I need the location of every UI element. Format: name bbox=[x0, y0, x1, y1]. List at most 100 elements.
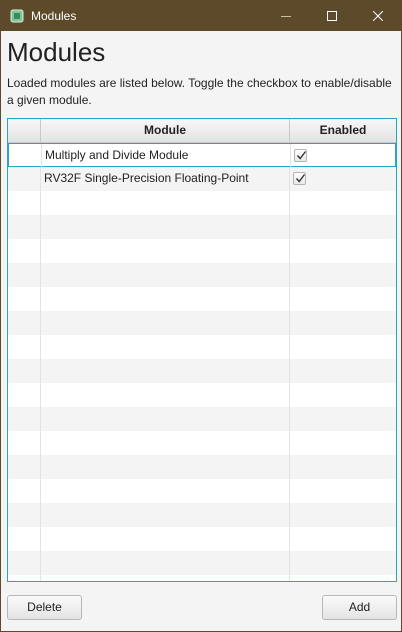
delete-button[interactable]: Delete bbox=[7, 595, 82, 620]
enabled-cell bbox=[290, 575, 396, 581]
table-row bbox=[8, 407, 396, 431]
minimize-button[interactable] bbox=[263, 1, 309, 31]
module-name-cell bbox=[41, 527, 290, 551]
maximize-button[interactable] bbox=[309, 1, 355, 31]
enabled-cell bbox=[290, 527, 396, 551]
module-name-cell bbox=[41, 359, 290, 383]
module-name-cell: RV32F Single-Precision Floating-Point bbox=[41, 167, 290, 191]
row-index-cell bbox=[8, 311, 41, 335]
table-header: Module Enabled bbox=[8, 119, 396, 143]
enabled-cell bbox=[290, 479, 396, 503]
table-row bbox=[8, 311, 396, 335]
enabled-cell bbox=[290, 215, 396, 239]
checkmark-icon bbox=[296, 151, 307, 160]
module-name-cell bbox=[41, 455, 290, 479]
module-name-cell bbox=[41, 407, 290, 431]
maximize-icon bbox=[327, 11, 337, 21]
table-row bbox=[8, 551, 396, 575]
row-index-cell bbox=[8, 551, 41, 575]
enabled-cell bbox=[290, 431, 396, 455]
enabled-cell bbox=[290, 287, 396, 311]
module-name-cell bbox=[41, 191, 290, 215]
table-row bbox=[8, 215, 396, 239]
module-name-cell bbox=[41, 263, 290, 287]
table-body: Multiply and Divide Module RV32F Single-P… bbox=[8, 143, 396, 581]
table-row bbox=[8, 575, 396, 581]
row-index-cell bbox=[8, 455, 41, 479]
table-row bbox=[8, 287, 396, 311]
enabled-cell bbox=[290, 503, 396, 527]
module-name-cell bbox=[41, 311, 290, 335]
row-index-cell bbox=[8, 575, 41, 581]
enabled-checkbox[interactable] bbox=[293, 172, 306, 185]
enabled-cell bbox=[290, 191, 396, 215]
row-index-cell bbox=[8, 383, 41, 407]
module-name-cell bbox=[41, 335, 290, 359]
table-row bbox=[8, 503, 396, 527]
chip-icon bbox=[10, 9, 24, 23]
table-row bbox=[8, 335, 396, 359]
column-header-index[interactable] bbox=[8, 119, 41, 142]
module-name-cell bbox=[41, 551, 290, 575]
table-row bbox=[8, 383, 396, 407]
enabled-cell bbox=[290, 311, 396, 335]
enabled-cell bbox=[290, 359, 396, 383]
module-name-cell bbox=[41, 287, 290, 311]
column-header-enabled[interactable]: Enabled bbox=[290, 119, 396, 142]
enabled-cell bbox=[290, 383, 396, 407]
table-row bbox=[8, 431, 396, 455]
enabled-checkbox[interactable] bbox=[294, 149, 307, 162]
module-name-cell bbox=[41, 479, 290, 503]
row-index-cell bbox=[8, 335, 41, 359]
enabled-cell bbox=[290, 335, 396, 359]
table-row bbox=[8, 359, 396, 383]
table-row bbox=[8, 191, 396, 215]
module-name-cell bbox=[41, 239, 290, 263]
table-row[interactable]: RV32F Single-Precision Floating-Point bbox=[8, 167, 396, 191]
table-row bbox=[8, 263, 396, 287]
enabled-cell bbox=[290, 551, 396, 575]
table-row bbox=[8, 527, 396, 551]
add-button[interactable]: Add bbox=[322, 595, 397, 620]
enabled-cell bbox=[290, 239, 396, 263]
enabled-cell bbox=[290, 167, 396, 191]
enabled-cell bbox=[290, 407, 396, 431]
table-row[interactable]: Multiply and Divide Module bbox=[8, 143, 396, 168]
row-index-cell bbox=[8, 287, 41, 311]
row-index-cell bbox=[8, 215, 41, 239]
enabled-cell bbox=[290, 263, 396, 287]
window-title: Modules bbox=[31, 9, 77, 23]
module-name-cell bbox=[41, 503, 290, 527]
enabled-cell bbox=[291, 144, 396, 168]
row-index-cell bbox=[9, 144, 42, 168]
column-header-module[interactable]: Module bbox=[41, 119, 290, 142]
row-index-cell bbox=[8, 503, 41, 527]
modules-window: Modules Modules Loaded modules are liste… bbox=[0, 0, 402, 632]
table-row bbox=[8, 479, 396, 503]
title-bar[interactable]: Modules bbox=[1, 1, 401, 31]
page-title: Modules bbox=[7, 37, 106, 67]
checkmark-icon bbox=[295, 174, 306, 183]
modules-table[interactable]: Module Enabled Multiply and Divide Modul… bbox=[7, 118, 397, 582]
row-index-cell bbox=[8, 239, 41, 263]
table-row bbox=[8, 239, 396, 263]
module-name-cell: Multiply and Divide Module bbox=[42, 144, 291, 168]
close-icon bbox=[373, 11, 383, 21]
module-name-cell bbox=[41, 215, 290, 239]
table-row bbox=[8, 455, 396, 479]
module-name-cell bbox=[41, 575, 290, 581]
enabled-cell bbox=[290, 455, 396, 479]
row-index-cell bbox=[8, 191, 41, 215]
module-name-cell bbox=[41, 431, 290, 455]
row-index-cell bbox=[8, 527, 41, 551]
page-description: Loaded modules are listed below. Toggle … bbox=[7, 76, 392, 107]
row-index-cell bbox=[8, 479, 41, 503]
module-name-cell bbox=[41, 383, 290, 407]
row-index-cell bbox=[8, 167, 41, 191]
row-index-cell bbox=[8, 263, 41, 287]
row-index-cell bbox=[8, 431, 41, 455]
row-index-cell bbox=[8, 359, 41, 383]
minimize-icon bbox=[281, 16, 291, 17]
row-index-cell bbox=[8, 407, 41, 431]
close-button[interactable] bbox=[355, 1, 401, 31]
